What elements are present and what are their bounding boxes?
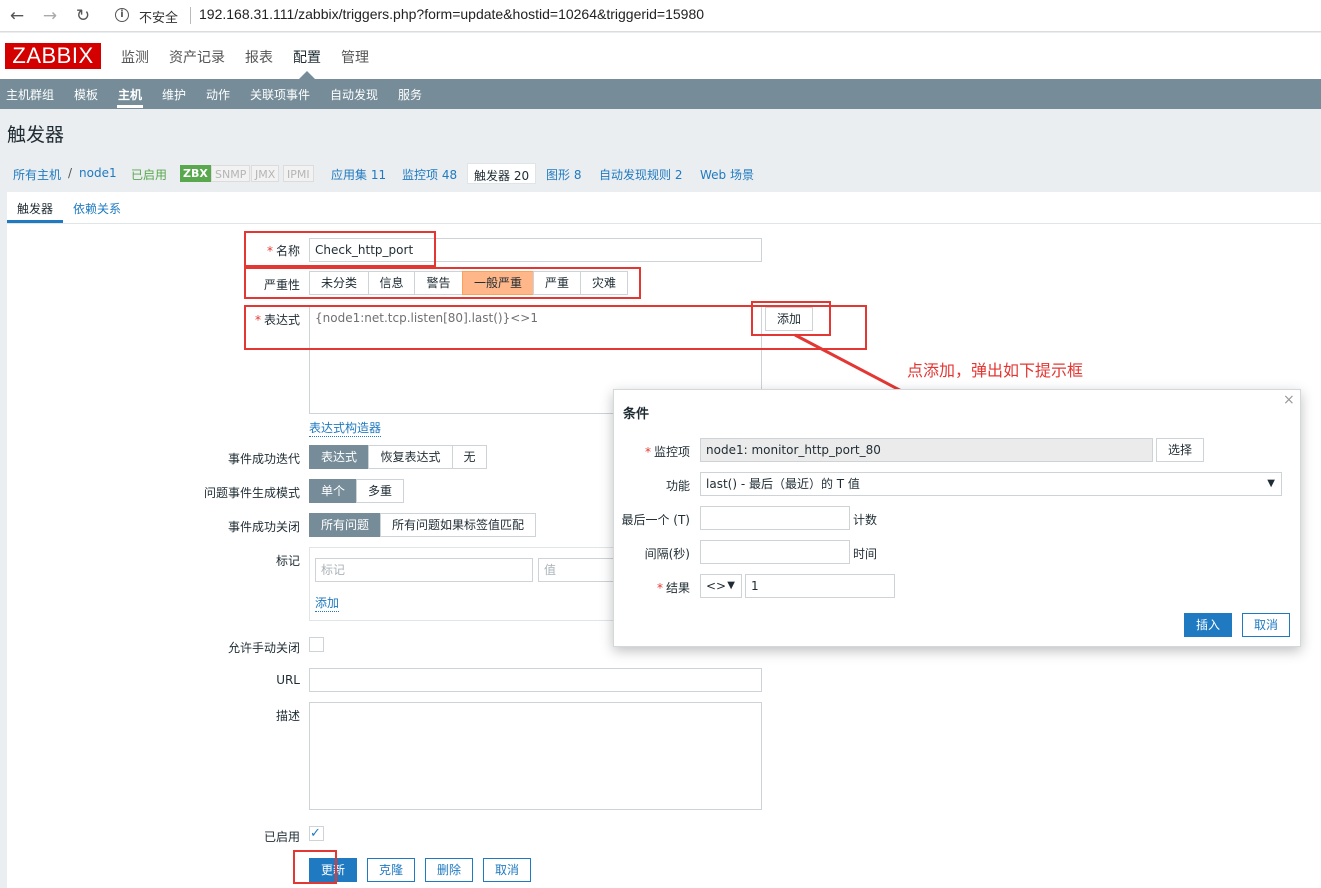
snmp-availability-badge: SNMP bbox=[211, 165, 251, 182]
ok-event-generation-label: 事件成功迭代 bbox=[227, 452, 300, 466]
tags-label: 标记 bbox=[275, 554, 300, 568]
interval-input[interactable] bbox=[700, 540, 850, 564]
applications-link[interactable]: 应用集 11 bbox=[331, 166, 386, 183]
all-hosts-link[interactable]: 所有主机 bbox=[13, 166, 61, 183]
sub-menu-actions[interactable]: 动作 bbox=[206, 86, 230, 103]
add-tag-link[interactable]: 添加 bbox=[315, 594, 340, 612]
active-menu-caret bbox=[299, 71, 315, 79]
ok-close-all-problems[interactable]: 所有问题 bbox=[309, 513, 381, 537]
ok-event-closes-label: 事件成功关闭 bbox=[227, 520, 300, 534]
last-unit-label: 计数 bbox=[853, 513, 878, 527]
close-icon[interactable]: × bbox=[1283, 392, 1295, 408]
dialog-item-label: * 监控项 bbox=[644, 445, 690, 459]
enabled-label: 已启用 bbox=[263, 830, 300, 844]
select-item-button[interactable]: 选择 bbox=[1156, 438, 1204, 462]
page-title: 触发器 bbox=[7, 124, 65, 146]
allow-manual-close-label: 允许手动关闭 bbox=[227, 641, 300, 655]
function-value: last() - 最后（最近）的 T 值 bbox=[706, 477, 860, 491]
dialog-last-label: 最后一个 (T) bbox=[621, 513, 690, 527]
top-menu-monitoring[interactable]: 监测 bbox=[121, 47, 149, 67]
address-bar-url[interactable]: 192.168.31.111/zabbix/triggers.php?form=… bbox=[199, 6, 704, 22]
top-menu-configuration[interactable]: 配置 bbox=[293, 47, 321, 67]
description-label: 描述 bbox=[275, 709, 300, 723]
zbx-availability-badge: ZBX bbox=[180, 165, 211, 182]
back-arrow-icon[interactable]: ← bbox=[7, 6, 27, 26]
ok-event-expression[interactable]: 表达式 bbox=[309, 445, 369, 469]
tab-dependencies[interactable]: 依赖关系 bbox=[73, 200, 121, 217]
info-icon[interactable]: i bbox=[115, 8, 129, 22]
sub-menu-maintenance[interactable]: 维护 bbox=[162, 86, 186, 103]
tab-trigger[interactable]: 触发器 bbox=[17, 200, 53, 217]
delete-button[interactable]: 删除 bbox=[425, 858, 473, 882]
tabs-divider bbox=[7, 223, 1321, 224]
breadcrumb-separator: / bbox=[68, 166, 73, 180]
problem-mode-multiple[interactable]: 多重 bbox=[356, 479, 404, 503]
items-link[interactable]: 监控项 48 bbox=[402, 166, 457, 183]
sub-menu-discovery[interactable]: 自动发现 bbox=[330, 86, 378, 103]
tag-name-input[interactable]: 标记 bbox=[315, 558, 533, 582]
problem-mode-label: 问题事件生成模式 bbox=[203, 486, 300, 500]
ok-close-tag-match[interactable]: 所有问题如果标签值匹配 bbox=[380, 513, 536, 537]
graphs-link[interactable]: 图形 8 bbox=[546, 166, 581, 183]
top-menu-inventory[interactable]: 资产记录 bbox=[169, 47, 225, 67]
problem-mode-single[interactable]: 单个 bbox=[309, 479, 357, 503]
result-operator-value: <> bbox=[706, 579, 727, 593]
zabbix-logo[interactable]: ZABBIX bbox=[5, 43, 101, 69]
annotation-box-name bbox=[244, 231, 436, 267]
jmx-availability-badge: JMX bbox=[251, 165, 280, 182]
triggers-link[interactable]: 触发器 20 bbox=[467, 163, 537, 184]
allow-manual-close-checkbox[interactable] bbox=[309, 637, 324, 652]
clone-button[interactable]: 克隆 bbox=[367, 858, 415, 882]
host-link[interactable]: node1 bbox=[79, 166, 117, 180]
operator-dropdown-icon: ▼ bbox=[727, 580, 735, 591]
dialog-cancel-button[interactable]: 取消 bbox=[1242, 613, 1290, 637]
dialog-result-label: * 结果 bbox=[656, 581, 690, 595]
result-operator-select[interactable]: <> ▼ bbox=[700, 574, 742, 598]
url-input[interactable] bbox=[309, 668, 762, 692]
interval-unit-label: 时间 bbox=[853, 547, 878, 561]
address-separator bbox=[190, 7, 191, 24]
dialog-interval-label: 间隔(秒) bbox=[644, 547, 690, 561]
sub-menu-active-underline bbox=[117, 105, 143, 108]
web-scenarios-link[interactable]: Web 场景 bbox=[700, 166, 754, 183]
expression-constructor-link[interactable]: 表达式构造器 bbox=[309, 419, 382, 437]
sub-menu-services[interactable]: 服务 bbox=[398, 86, 422, 103]
dialog-function-label: 功能 bbox=[665, 479, 690, 493]
ok-event-none[interactable]: 无 bbox=[452, 445, 487, 469]
checkmark-icon: ✓ bbox=[310, 826, 321, 841]
host-status[interactable]: 已启用 bbox=[131, 166, 167, 183]
forward-arrow-icon[interactable]: → bbox=[40, 6, 60, 26]
discovery-rules-link[interactable]: 自动发现规则 2 bbox=[599, 166, 682, 183]
sub-menu-templates[interactable]: 模板 bbox=[74, 86, 98, 103]
annotation-box-severity bbox=[244, 267, 641, 299]
top-menu-reports[interactable]: 报表 bbox=[245, 47, 273, 67]
url-label: URL bbox=[276, 673, 300, 687]
last-count-input[interactable] bbox=[700, 506, 850, 530]
sub-menu-correlation[interactable]: 关联项事件 bbox=[250, 86, 310, 103]
function-select[interactable]: last() - 最后（最近）的 T 值 ▼ bbox=[700, 472, 1282, 496]
ipmi-availability-badge: IPMI bbox=[283, 165, 314, 182]
ok-event-recovery-expression[interactable]: 恢复表达式 bbox=[368, 445, 453, 469]
annotation-box-update bbox=[293, 850, 337, 884]
top-menu-administration[interactable]: 管理 bbox=[341, 47, 369, 67]
tag-value-input[interactable]: 值 bbox=[538, 558, 618, 582]
sub-menu-host-groups[interactable]: 主机群组 bbox=[6, 86, 54, 103]
cancel-button[interactable]: 取消 bbox=[483, 858, 531, 882]
result-value-input[interactable]: 1 bbox=[745, 574, 895, 598]
sub-menu-bar bbox=[0, 79, 1321, 109]
annotation-text: 点添加，弹出如下提示框 bbox=[907, 361, 1084, 380]
dialog-item-input[interactable]: node1: monitor_http_port_80 bbox=[700, 438, 1153, 462]
dropdown-arrow-icon: ▼ bbox=[1267, 478, 1275, 489]
reload-icon[interactable]: ↻ bbox=[73, 6, 93, 26]
insecure-label: 不安全 bbox=[139, 11, 179, 26]
dialog-title: 条件 bbox=[623, 407, 650, 422]
description-textarea[interactable] bbox=[309, 702, 762, 810]
insert-button[interactable]: 插入 bbox=[1184, 613, 1232, 637]
sub-menu-hosts[interactable]: 主机 bbox=[118, 86, 142, 103]
